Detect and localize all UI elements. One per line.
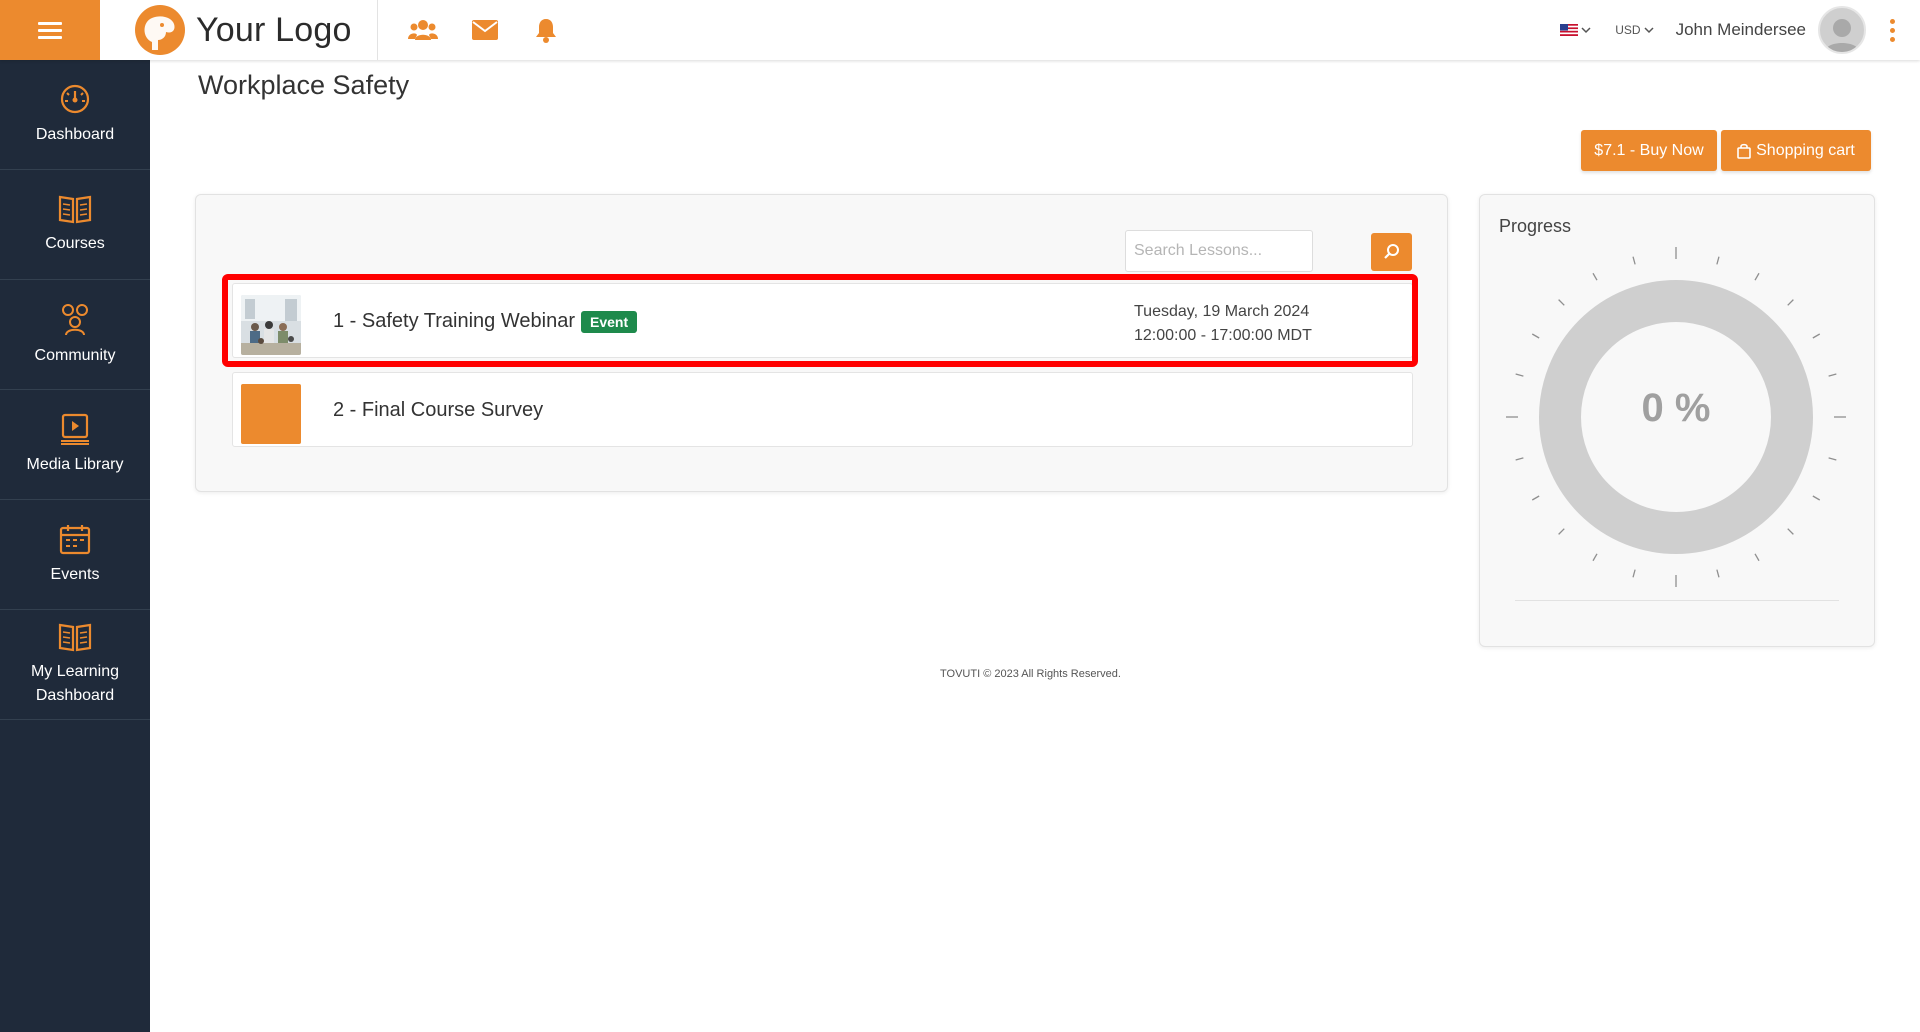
gauge-tick (1632, 569, 1636, 578)
book-icon (58, 195, 92, 223)
media-library-icon (61, 413, 89, 445)
gauge-tick (1812, 333, 1821, 339)
sidebar-item-label: Dashboard (35, 125, 115, 143)
lesson-item-2[interactable]: 2 - Final Course Survey (232, 372, 1413, 447)
gauge-tick (1592, 553, 1598, 562)
gauge-tick (1716, 569, 1720, 578)
more-options-button[interactable] (1882, 17, 1902, 44)
search-input[interactable] (1125, 230, 1313, 272)
calendar-icon (59, 524, 91, 554)
sidebar-item-media-library[interactable]: Media Library (0, 390, 150, 500)
gauge-tick (1558, 528, 1565, 535)
kebab-dot (1889, 18, 1895, 24)
avatar[interactable] (1818, 6, 1866, 54)
buy-now-button[interactable]: $7.1 - Buy Now (1581, 130, 1717, 171)
messages-button[interactable] (470, 15, 500, 45)
footer-text: TOVUTI © 2023 All Rights Reserved. (940, 668, 1121, 680)
gauge-tick (1531, 333, 1540, 339)
lesson-datetime: Tuesday, 19 March 2024 12:00:00 - 17:00:… (1134, 300, 1312, 348)
currency-label: USD (1615, 23, 1641, 37)
page-title: Workplace Safety (198, 70, 410, 100)
gauge-tick (1828, 457, 1837, 461)
search-icon (1383, 244, 1399, 259)
lesson-title: 2 - Final Course Survey (333, 399, 544, 421)
gauge-tick (1592, 272, 1598, 281)
kebab-dot (1889, 36, 1895, 42)
gauge-tick (1632, 256, 1636, 265)
menu-toggle-button[interactable] (0, 0, 100, 60)
sidebar-item-dashboard[interactable]: Dashboard (0, 60, 150, 170)
user-name[interactable]: John Meindersee (1676, 20, 1806, 40)
progress-divider (1515, 600, 1839, 601)
community-icon (62, 303, 88, 335)
open-book-icon (58, 623, 92, 651)
logo[interactable]: Your Logo (132, 4, 352, 56)
top-header: Your Logo USD John Meindersee (0, 0, 1920, 60)
lesson-item-1[interactable]: 1 - Safety Training Webinar Event Tuesda… (232, 283, 1413, 358)
language-selector[interactable] (1560, 24, 1591, 36)
bell-icon (536, 19, 556, 43)
lesson-thumbnail (241, 384, 301, 444)
lesson-title: 1 - Safety Training Webinar (333, 310, 575, 332)
sidebar-item-label: Community (34, 346, 116, 364)
event-badge: Event (580, 310, 638, 333)
sidebar-item-label: Events (50, 565, 100, 583)
chevron-down-icon (1581, 27, 1591, 34)
logo-text: Your Logo (196, 10, 352, 49)
gauge-tick (1787, 299, 1794, 306)
gauge-tick (1558, 299, 1565, 306)
sidebar-item-label: Media Library (26, 455, 124, 473)
webinar-photo-icon (241, 295, 301, 355)
sidebar-item-my-learning-dashboard[interactable]: My Learning Dashboard (0, 610, 150, 720)
users-button[interactable] (408, 15, 438, 45)
sidebar-item-courses[interactable]: Courses (0, 170, 150, 280)
us-flag-icon (1560, 24, 1579, 36)
user-silhouette-icon (1825, 19, 1859, 52)
shopping-bag-icon (1737, 143, 1751, 159)
gauge-tick (1716, 256, 1720, 265)
header-right: USD John Meindersee (1560, 0, 1920, 60)
gauge-tick (1531, 495, 1540, 501)
chevron-down-icon (1644, 27, 1654, 34)
header-divider (377, 0, 378, 60)
shopping-cart-button[interactable]: Shopping cart (1721, 130, 1871, 171)
elephant-logo-icon (135, 5, 185, 55)
progress-title: Progress (1499, 216, 1572, 236)
hamburger-icon (38, 18, 62, 43)
gauge-tick (1754, 272, 1760, 281)
lesson-thumbnail (241, 295, 301, 355)
gauge-tick (1787, 528, 1794, 535)
lesson-time: 12:00:00 - 17:00:00 MDT (1134, 327, 1312, 344)
kebab-dot (1889, 27, 1895, 33)
gauge-tick (1754, 553, 1760, 562)
gauge-tick (1812, 495, 1821, 501)
progress-value: 0 % (1641, 386, 1711, 430)
search-button[interactable] (1371, 233, 1412, 271)
users-icon (408, 20, 438, 40)
sidebar-item-community[interactable]: Community (0, 280, 150, 390)
sidebar: Dashboard Courses Community Media Librar… (0, 60, 150, 1032)
lesson-date: Tuesday, 19 March 2024 (1134, 303, 1310, 320)
gauge-tick (1828, 373, 1837, 377)
gauge-tick (1515, 457, 1524, 461)
shopping-cart-label: Shopping cart (1756, 141, 1855, 159)
notifications-button[interactable] (531, 15, 561, 45)
currency-selector[interactable]: USD (1615, 23, 1654, 37)
envelope-icon (472, 20, 498, 40)
sidebar-item-events[interactable]: Events (0, 500, 150, 610)
lesson-title-row: 2 - Final Course Survey (333, 399, 543, 422)
sidebar-item-label: My Learning Dashboard (30, 662, 120, 704)
speedometer-icon (60, 84, 90, 113)
gauge-tick (1515, 373, 1524, 377)
sidebar-item-label: Courses (45, 234, 105, 252)
lesson-title-row: 1 - Safety Training Webinar Event (333, 310, 638, 333)
